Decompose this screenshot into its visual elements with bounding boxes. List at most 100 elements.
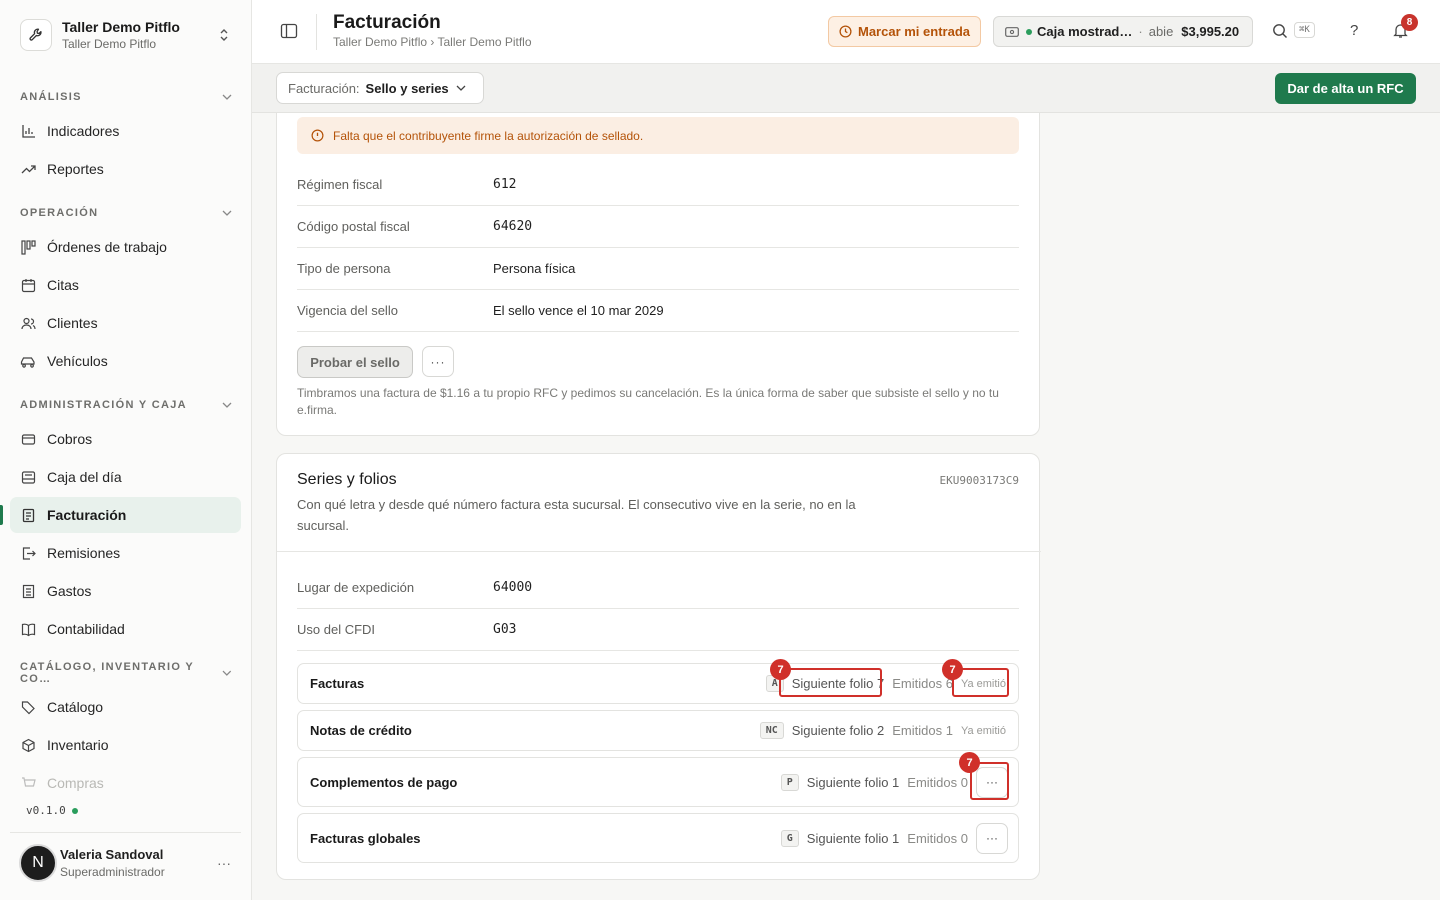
field-label: Uso del CFDI [297, 622, 376, 637]
sidebar-item-cobros[interactable]: Cobros [10, 421, 241, 457]
help-button[interactable]: ? [1350, 22, 1358, 39]
org-subtitle: Taller Demo Pitflo [62, 37, 157, 51]
series-row-complementos[interactable]: Complementos de pago P Siguiente folio 1… [297, 757, 1019, 807]
field-value: 612 [493, 177, 517, 192]
section-operacion[interactable]: OPERACIÓN [20, 205, 232, 221]
more-options-button[interactable]: ··· [422, 346, 454, 377]
sidebar-item-remisiones[interactable]: Remisiones [10, 535, 241, 571]
more-icon[interactable]: ··· [217, 855, 241, 871]
series-letter: P [780, 773, 799, 791]
sidebar-item-contabilidad[interactable]: Contabilidad [10, 611, 241, 647]
sidebar-item-gastos[interactable]: Gastos [10, 573, 241, 609]
user-name: Valeria Sandoval [60, 846, 164, 862]
book-icon [20, 621, 36, 637]
billing-view-select[interactable]: Facturación: Sello y series [276, 72, 484, 104]
wallet-icon [20, 431, 36, 447]
tag-icon [20, 699, 36, 715]
sidebar-item-caja[interactable]: Caja del día [10, 459, 241, 495]
clock-icon [839, 25, 852, 38]
sidebar-item-compras[interactable]: Compras [10, 765, 241, 801]
divider [277, 551, 1041, 552]
sidebar-item-ordenes[interactable]: Órdenes de trabajo [10, 229, 241, 265]
divider [316, 14, 317, 50]
rfc-code: EKU9003173C9 [939, 474, 1019, 487]
sidebar-item-label: Contabilidad [47, 621, 125, 637]
main-content: Falta que el contribuyente firme la auto… [252, 113, 1440, 900]
subtoolbar: Facturación: Sello y series Dar de alta … [252, 64, 1440, 113]
sidebar-item-indicadores[interactable]: Indicadores [10, 113, 241, 149]
section-catalogo[interactable]: CATÁLOGO, INVENTARIO Y CO… [20, 661, 232, 685]
test-seal-button[interactable]: Probar el sello [297, 346, 413, 378]
cash-name: Caja mostrad… [1037, 24, 1133, 39]
chevron-down-icon [222, 402, 232, 408]
field-label: Tipo de persona [297, 261, 391, 276]
calendar-icon [20, 277, 36, 293]
add-rfc-button[interactable]: Dar de alta un RFC [1275, 73, 1416, 104]
field-value: Persona física [493, 261, 576, 276]
cash-separator: · [1138, 24, 1143, 39]
user-menu[interactable]: N Valeria Sandoval Superadministrador ··… [10, 832, 241, 892]
series-row-globales[interactable]: Facturas globales G Siguiente folio 1 Em… [297, 813, 1019, 863]
sidebar-item-catalogo[interactable]: Catálogo [10, 689, 241, 725]
field-value: G03 [493, 622, 517, 637]
card-title: Series y folios [297, 471, 397, 488]
search-icon[interactable] [1272, 23, 1290, 41]
notification-badge: 8 [1401, 14, 1418, 31]
sidebar-item-label: Compras [47, 775, 104, 791]
cash-status: abie [1148, 24, 1174, 39]
sidebar-item-label: Reportes [47, 161, 104, 177]
cart-icon [20, 775, 36, 791]
clock-in-label: Marcar mi entrada [858, 24, 970, 39]
cash-register-button[interactable]: Caja mostrad… · abie $3,995.20 [993, 16, 1253, 47]
org-switcher[interactable]: Taller Demo Pitflo Taller Demo Pitflo [10, 8, 242, 62]
field-row: Uso del CFDI G03 [297, 609, 1019, 651]
annotation-badge: 7 [770, 659, 791, 680]
sidebar-item-label: Gastos [47, 583, 92, 599]
series-name: Notas de crédito [310, 723, 412, 738]
field-label: Régimen fiscal [297, 177, 383, 192]
sidebar-item-reportes[interactable]: Reportes [10, 151, 241, 187]
series-name: Facturas [310, 676, 365, 691]
field-row: Régimen fiscal 612 [297, 164, 1019, 206]
sidebar-item-label: Remisiones [47, 545, 121, 561]
sidebar-item-label: Vehículos [47, 353, 108, 369]
trend-icon [20, 161, 36, 177]
series-row-facturas[interactable]: Facturas A Siguiente folio 7 Emitidos 6 … [297, 663, 1019, 704]
section-title: OPERACIÓN [20, 207, 99, 219]
avatar: N [19, 843, 57, 882]
field-row: Vigencia del sello El sello vence el 10 … [297, 290, 1019, 332]
section-administracion[interactable]: ADMINISTRACIÓN Y CAJA [20, 397, 232, 413]
series-more-button[interactable]: ··· [976, 822, 1008, 854]
sidebar-item-clientes[interactable]: Clientes [10, 305, 241, 341]
series-name: Complementos de pago [310, 774, 458, 790]
series-card: Series y folios EKU9003173C9 Con qué let… [276, 453, 1041, 880]
sidebar-item-facturacion[interactable]: Facturación [10, 497, 241, 533]
sidebar-toggle-icon[interactable] [280, 22, 300, 42]
chevron-down-icon [456, 85, 466, 91]
sidebar-item-label: Facturación [47, 507, 127, 523]
section-title: ANÁLISIS [20, 91, 82, 103]
series-letter: G [780, 829, 799, 847]
chevron-down-icon [222, 210, 232, 216]
series-row-notas-credito[interactable]: Notas de crédito NC Siguiente folio 2 Em… [297, 710, 1019, 751]
clock-in-button[interactable]: Marcar mi entrada [828, 16, 981, 47]
warning-icon [311, 129, 324, 142]
sidebar-item-vehiculos[interactable]: Vehículos [10, 343, 241, 379]
sidebar-item-label: Órdenes de trabajo [47, 239, 167, 255]
breadcrumb: Taller Demo Pitflo › Taller Demo Pitflo [333, 35, 532, 49]
section-analisis[interactable]: ANÁLISIS [20, 89, 232, 105]
sidebar-item-inventario[interactable]: Inventario [10, 727, 241, 763]
annotation-badge: 7 [942, 659, 963, 680]
series-letter: NC [759, 722, 784, 739]
car-icon [20, 353, 36, 369]
sidebar: Taller Demo Pitflo Taller Demo Pitflo AN… [0, 0, 252, 900]
receipt-icon [20, 583, 36, 599]
version-info: v0.1.0 [26, 804, 78, 817]
emitted-count: Emitidos 0 [907, 774, 968, 790]
sidebar-item-citas[interactable]: Citas [10, 267, 241, 303]
chevron-up-down-icon [216, 27, 232, 43]
sidebar-item-label: Clientes [47, 315, 98, 331]
cash-amount: $3,995.20 [1181, 24, 1240, 39]
field-row: Código postal fiscal 64620 [297, 206, 1019, 248]
users-icon [20, 315, 36, 331]
